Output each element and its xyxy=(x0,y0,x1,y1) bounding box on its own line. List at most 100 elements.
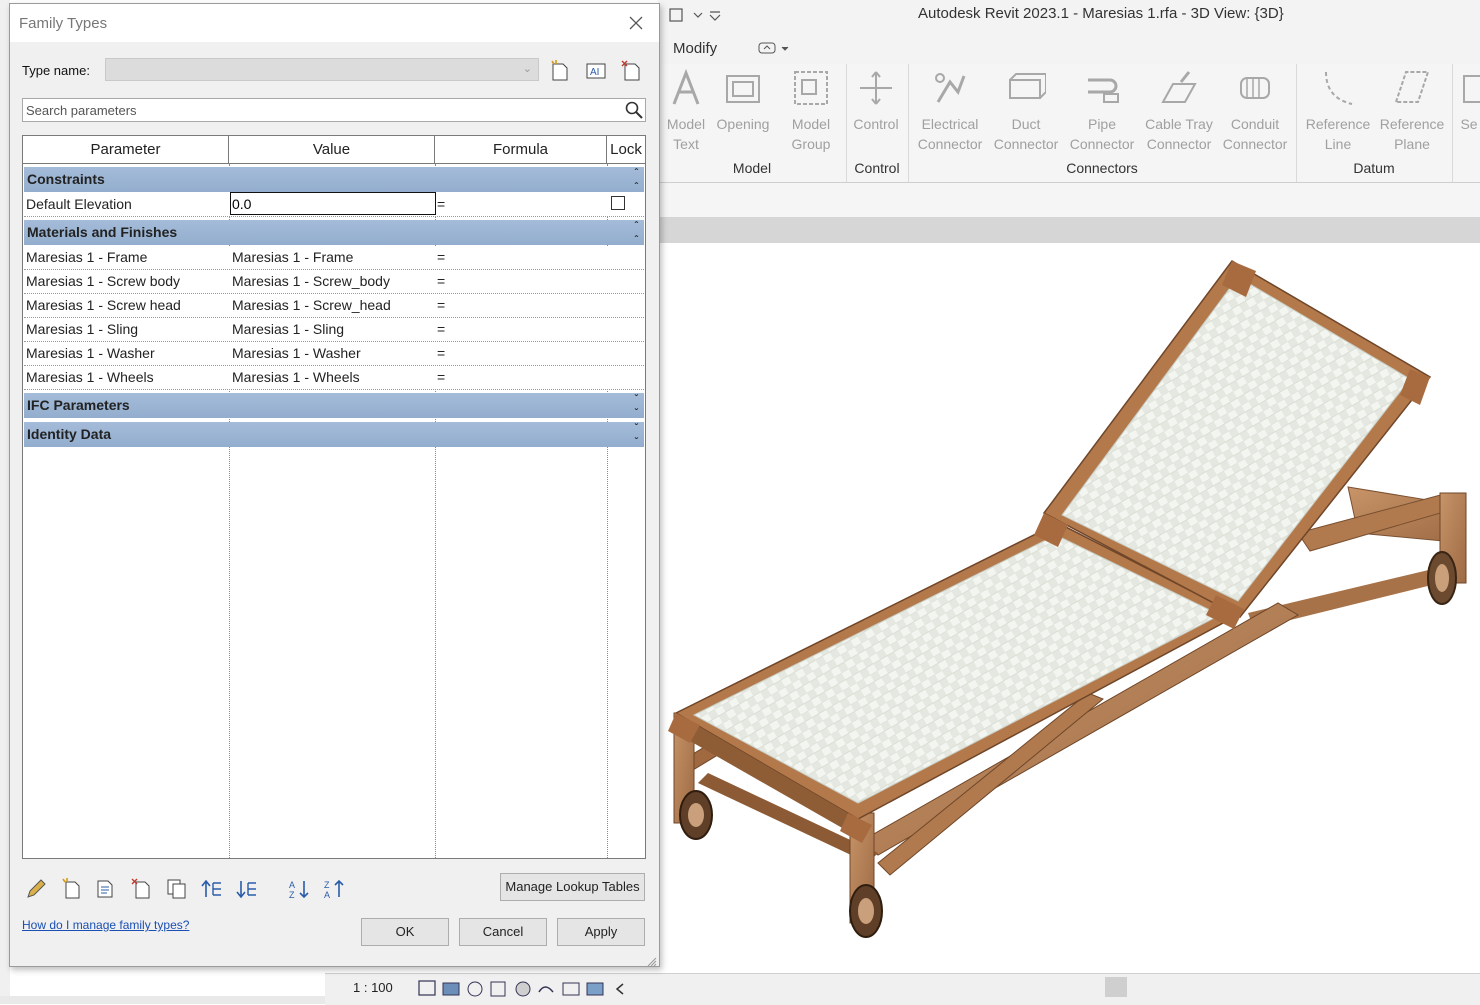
cable-tray-connector-icon xyxy=(1161,71,1197,103)
sort-descending-button[interactable]: ZA xyxy=(322,877,346,901)
new-type-button[interactable] xyxy=(548,59,572,83)
pipe-connector-icon xyxy=(1088,78,1119,103)
search-button[interactable] xyxy=(624,100,644,120)
reference-plane-line1: Reference xyxy=(1379,116,1445,132)
param-value[interactable]: Maresias 1 - Screw_body xyxy=(232,270,432,293)
quick-access-toolbar[interactable] xyxy=(666,6,726,24)
edit-parameter-button[interactable] xyxy=(24,877,48,901)
pipe-connector-button[interactable]: Pipe Connector xyxy=(1066,68,1138,154)
move-up-button[interactable] xyxy=(200,877,224,901)
model-group-button[interactable]: Model Group xyxy=(786,68,836,154)
table-row[interactable]: Maresias 1 - Frame Maresias 1 - Frame = xyxy=(24,246,644,270)
formula-cell[interactable]: = xyxy=(437,246,607,269)
3d-viewport[interactable] xyxy=(658,243,1480,973)
context-dropdown[interactable] xyxy=(758,41,792,58)
formula-cell[interactable]: = xyxy=(437,193,607,216)
search-parameters-field[interactable] xyxy=(22,98,646,122)
table-row[interactable]: Maresias 1 - Wheels Maresias 1 - Wheels … xyxy=(24,366,644,390)
copy-parameter-button[interactable] xyxy=(165,877,189,901)
tab-modify[interactable]: Modify xyxy=(673,40,717,57)
group-header-constraints[interactable]: Constraints ˆˆ xyxy=(24,167,644,193)
column-header-lock[interactable]: Lock xyxy=(607,136,645,164)
view-control-icons[interactable] xyxy=(417,978,637,1000)
control-button[interactable]: Control xyxy=(851,68,901,134)
new-type-icon xyxy=(551,60,568,81)
rename-type-button[interactable]: AI xyxy=(584,59,608,83)
options-bar xyxy=(658,183,1480,218)
table-row[interactable]: Maresias 1 - Screw body Maresias 1 - Scr… xyxy=(24,270,644,294)
electrical-connector-line1: Electrical xyxy=(921,116,979,132)
svg-text:A: A xyxy=(324,890,330,900)
default-elevation-value-input[interactable] xyxy=(230,192,436,215)
reference-plane-icon xyxy=(1394,71,1430,103)
group-header-materials-and-finishes[interactable]: Materials and Finishes ˆˆ xyxy=(24,220,644,246)
sort-ascending-icon: AZ xyxy=(289,880,309,900)
group-header-identity-data[interactable]: Identity Data ˇˇ xyxy=(24,422,644,448)
column-header-formula[interactable]: Formula xyxy=(435,136,607,164)
group-label: IFC Parameters xyxy=(27,397,130,413)
reference-plane-line2: Plane xyxy=(1394,136,1430,152)
duct-connector-line1: Duct xyxy=(1011,116,1041,132)
electrical-connector-icon xyxy=(935,73,966,103)
sort-descending-icon: ZA xyxy=(324,879,344,900)
reference-plane-button[interactable]: Reference Plane xyxy=(1376,68,1448,154)
cable-tray-connector-button[interactable]: Cable Tray Connector xyxy=(1142,68,1216,154)
bottom-left-strip xyxy=(0,996,325,1004)
formula-cell[interactable]: = xyxy=(437,294,607,317)
param-name: Maresias 1 - Washer xyxy=(26,345,155,361)
reference-line-button[interactable]: Reference Line xyxy=(1302,68,1374,154)
horizontal-scrollbar-thumb[interactable] xyxy=(1105,977,1127,997)
type-name-select[interactable]: ⌄ xyxy=(105,58,539,81)
conduit-connector-button[interactable]: Conduit Connector xyxy=(1218,68,1292,154)
apply-button[interactable]: Apply xyxy=(557,918,645,946)
modify-parameter-button[interactable] xyxy=(94,877,118,901)
search-input[interactable] xyxy=(26,101,616,119)
param-value[interactable]: Maresias 1 - Sling xyxy=(232,318,432,341)
column-header-parameter[interactable]: Parameter xyxy=(23,136,229,164)
sort-ascending-button[interactable]: AZ xyxy=(287,877,311,901)
formula-cell[interactable]: = xyxy=(437,318,607,341)
resize-grip[interactable] xyxy=(647,954,657,967)
param-value[interactable]: Maresias 1 - Washer xyxy=(232,342,432,365)
move-up-icon xyxy=(201,879,221,897)
table-row[interactable]: Maresias 1 - Sling Maresias 1 - Sling = xyxy=(24,318,644,342)
ok-button[interactable]: OK xyxy=(361,918,449,946)
table-row[interactable]: Maresias 1 - Washer Maresias 1 - Washer … xyxy=(24,342,644,366)
delete-parameter-button[interactable] xyxy=(130,877,154,901)
view-scale[interactable]: 1 : 100 xyxy=(353,980,393,995)
opening-button[interactable]: Opening xyxy=(713,68,773,134)
column-header-value[interactable]: Value xyxy=(229,136,435,164)
new-parameter-button[interactable] xyxy=(60,877,84,901)
duct-connector-button[interactable]: Duct Connector xyxy=(990,68,1062,154)
help-link[interactable]: How do I manage family types? xyxy=(22,918,189,932)
lock-checkbox[interactable] xyxy=(611,196,625,210)
set-button[interactable]: Se xyxy=(1458,68,1480,134)
resize-grip-icon xyxy=(647,957,657,967)
reference-line-icon xyxy=(1325,71,1353,105)
model-text-button[interactable]: Model Text xyxy=(666,68,706,154)
table-row[interactable]: Maresias 1 - Screw head Maresias 1 - Scr… xyxy=(24,294,644,318)
revit-title-bar: Autodesk Revit 2023.1 - Maresias 1.rfa -… xyxy=(658,0,1480,30)
move-down-button[interactable] xyxy=(235,877,259,901)
group-label: Materials and Finishes xyxy=(27,224,178,240)
param-value[interactable]: Maresias 1 - Wheels xyxy=(232,366,432,389)
pencil-icon xyxy=(27,879,46,898)
manage-lookup-tables-button[interactable]: Manage Lookup Tables xyxy=(500,873,645,901)
delete-type-button[interactable] xyxy=(620,59,644,83)
param-name: Maresias 1 - Screw head xyxy=(26,297,181,313)
electrical-connector-button[interactable]: Electrical Connector xyxy=(914,68,986,154)
group-header-ifc-parameters[interactable]: IFC Parameters ˇˇ xyxy=(24,393,644,419)
new-parameter-icon xyxy=(62,878,80,899)
ribbon-panel: Model Text Opening Model Group Model Con… xyxy=(658,64,1480,183)
table-row: Default Elevation = xyxy=(24,192,644,217)
cancel-button[interactable]: Cancel xyxy=(459,918,547,946)
formula-cell[interactable]: = xyxy=(437,342,607,365)
move-down-icon xyxy=(236,881,256,899)
formula-cell[interactable]: = xyxy=(437,270,607,293)
formula-cell[interactable]: = xyxy=(437,366,607,389)
cable-tray-connector-line1: Cable Tray xyxy=(1145,116,1213,132)
close-button[interactable] xyxy=(622,10,650,36)
rename-type-icon: AI xyxy=(586,63,606,79)
param-value[interactable]: Maresias 1 - Frame xyxy=(232,246,432,269)
param-value[interactable]: Maresias 1 - Screw_head xyxy=(232,294,432,317)
